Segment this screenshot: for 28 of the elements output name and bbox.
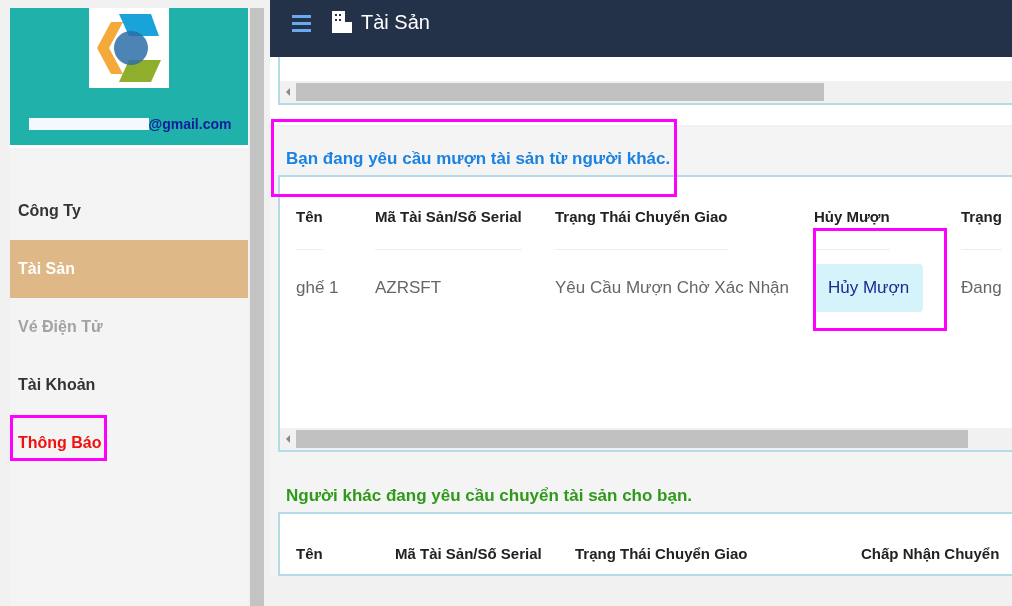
scroll-left-icon[interactable] — [286, 88, 290, 96]
section-title: Bạn đang yêu cầu mượn tài sản từ người khác. — [285, 149, 672, 170]
column-header: Chấp Nhận Chuyển — [861, 544, 1000, 564]
column-header: Trạng — [961, 177, 1002, 250]
column-header: Mã Tài Sản/Số Serial — [375, 177, 522, 250]
column-header: Hủy Mượn — [814, 177, 890, 250]
sidebar-item[interactable]: Thông Báo — [10, 414, 248, 472]
sidebar-item[interactable]: Tài Khoản — [10, 356, 248, 414]
column-header: Trạng Thái Chuyển Giao — [575, 544, 748, 564]
horizontal-scrollbar[interactable] — [280, 428, 1012, 450]
table-cell-text: ghế 1 — [296, 277, 339, 299]
scrollbar[interactable] — [250, 8, 264, 606]
table-cell-text: Yêu Cầu Mượn Chờ Xác Nhận — [555, 277, 789, 299]
scroll-left-icon[interactable] — [286, 435, 290, 443]
table-cell-text: AZRSFT — [375, 277, 442, 299]
horizontal-scrollbar[interactable] — [280, 81, 1012, 103]
sidebar-item[interactable]: Công Ty — [10, 182, 248, 240]
column-header: Trạng Thái Chuyển Giao — [555, 177, 728, 250]
section-title: Người khác đang yêu cầu chuyển tài sản cho bạn. — [285, 486, 694, 507]
column-header: Mã Tài Sản/Số Serial — [395, 544, 542, 564]
building-icon — [331, 9, 353, 34]
table-cell-text: Đang — [961, 277, 1002, 299]
menu-icon[interactable] — [292, 15, 311, 32]
column-header: Tên — [296, 177, 323, 250]
user-email: @gmail.com — [148, 116, 232, 132]
column-header: Tên — [296, 544, 323, 564]
page-title: Tài Sản — [361, 11, 430, 34]
cancel-borrow-button[interactable]: Hủy Mượn — [814, 264, 924, 312]
